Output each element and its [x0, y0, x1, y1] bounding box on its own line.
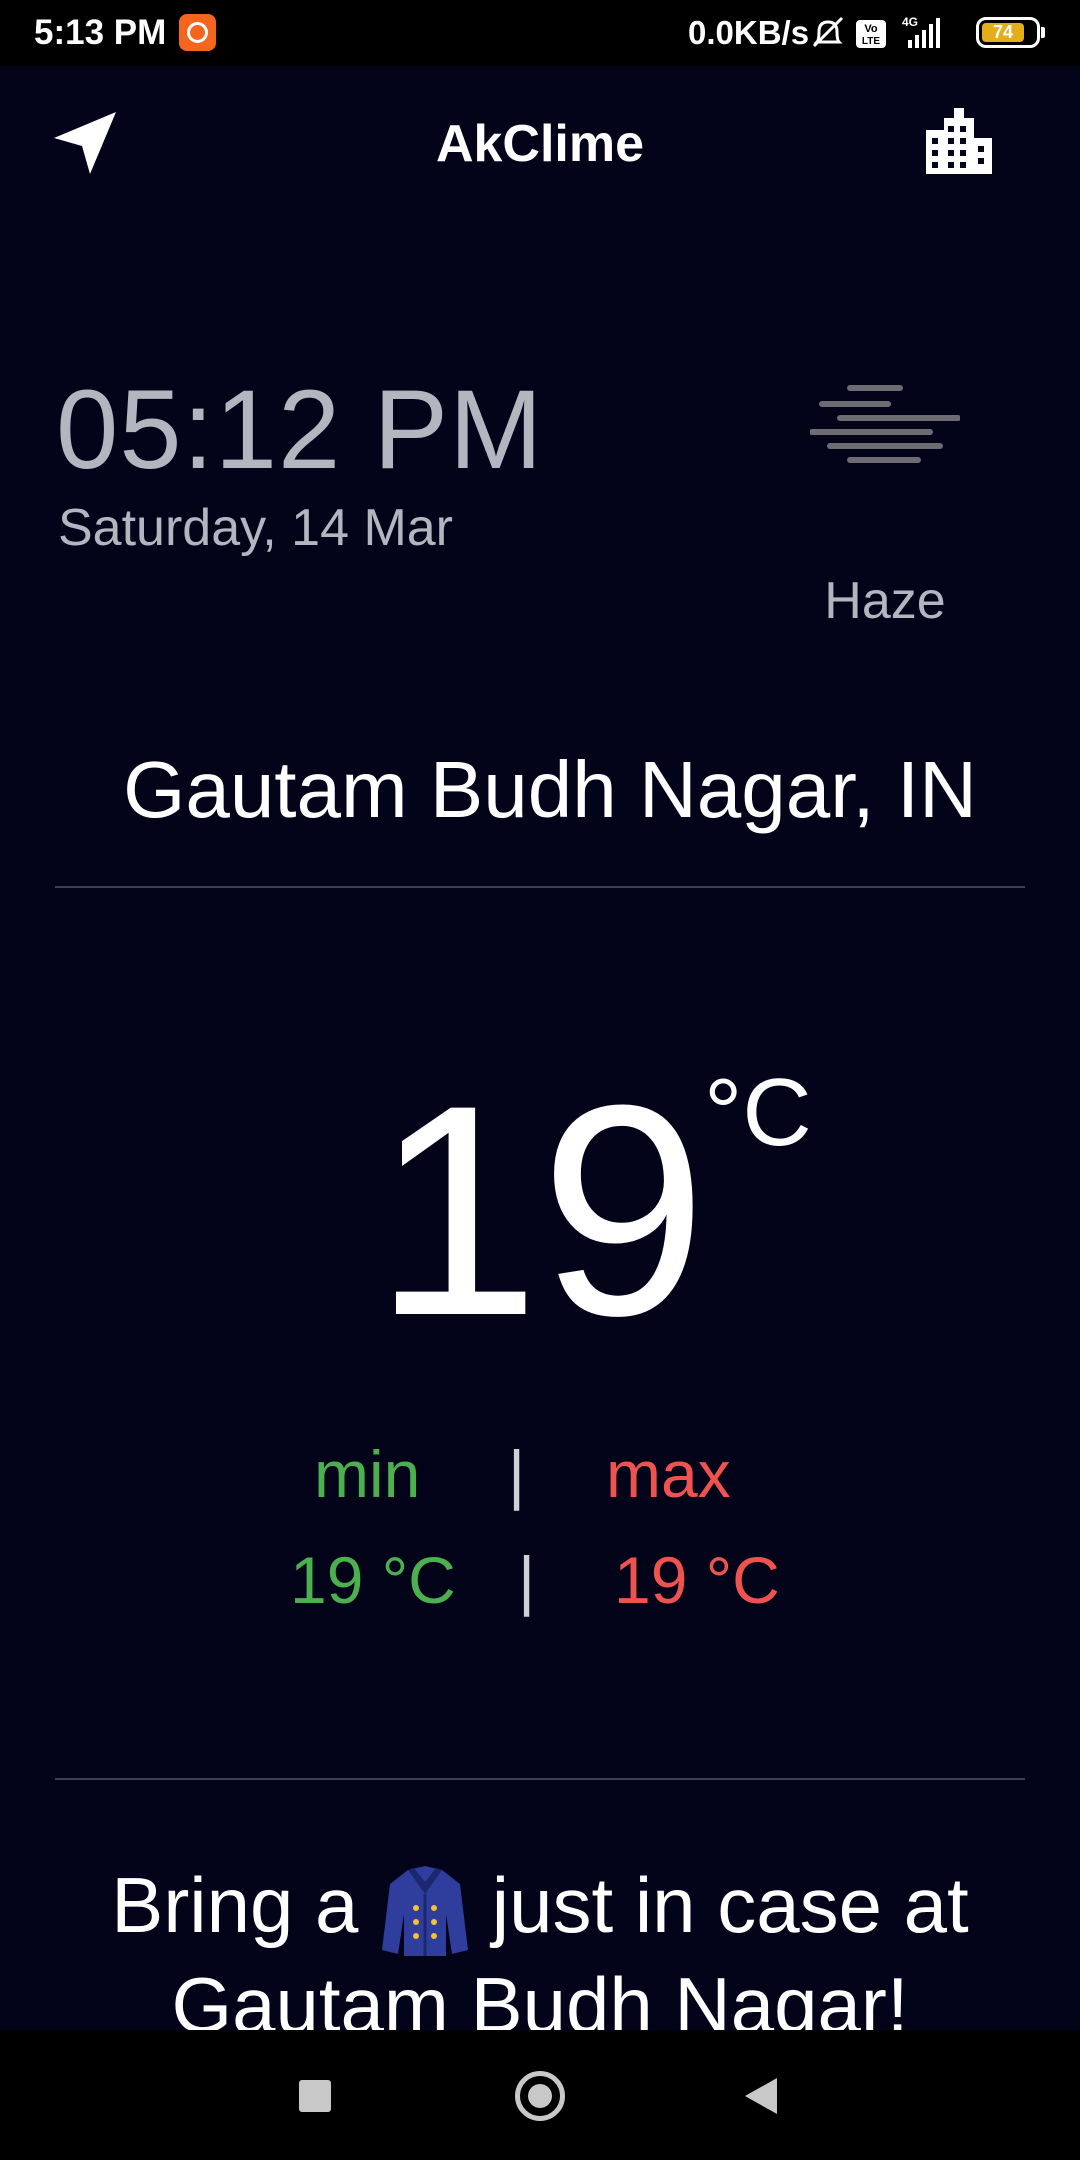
network-speed: 0.0KB/s: [688, 14, 810, 51]
svg-text:LTE: LTE: [862, 36, 880, 47]
svg-text:Vo: Vo: [864, 23, 878, 35]
current-date: Saturday, 14 Mar: [58, 499, 454, 557]
min-max-labels: min | max: [0, 1434, 1080, 1514]
separator: |: [518, 1543, 536, 1617]
max-value: 19 °C: [614, 1543, 780, 1617]
system-nav-bar: [0, 2030, 1080, 2160]
clothing-suggestion: Bring a just in case at Gautam Budh Naga…: [0, 1858, 1080, 2052]
weather-screen: 5:13 PM 0.0KB/s Vo LTE 4G 74 AkClime 05:…: [0, 0, 1080, 2160]
temperature-unit: °C: [704, 1059, 812, 1166]
temperature-value: 19: [373, 1042, 707, 1378]
app-title: AkClime: [435, 115, 645, 173]
divider-top: [55, 886, 1025, 888]
min-value: 19 °C: [290, 1543, 456, 1617]
max-label: max: [606, 1437, 731, 1511]
mi-app-icon: [179, 14, 216, 51]
min-max-values: 19 °C | 19 °C: [0, 1540, 1080, 1620]
volte-icon: Vo LTE: [856, 20, 886, 48]
condition-label: Haze: [824, 572, 946, 630]
mute-bell-icon: [812, 16, 844, 48]
status-icons: Vo LTE 4G: [812, 15, 940, 48]
recents-button[interactable]: [299, 2080, 331, 2112]
suggestion-line-1: Bring a just in case at: [0, 1858, 1080, 1958]
divider-bottom: [55, 1778, 1025, 1780]
separator: |: [508, 1437, 526, 1511]
current-time: 05:12 PM: [56, 367, 544, 492]
haze-icon: [810, 385, 960, 463]
battery-icon: 74: [976, 17, 1045, 48]
location-name: Gautam Budh Nagar, IN: [123, 745, 977, 834]
status-time: 5:13 PM: [34, 13, 167, 52]
battery-level: 74: [982, 23, 1024, 42]
coat-emoji-icon: [382, 1866, 469, 1957]
signal-icon: 4G: [902, 15, 940, 48]
city-buildings-icon[interactable]: [924, 106, 994, 176]
min-label: min: [314, 1437, 421, 1511]
svg-text:4G: 4G: [902, 15, 918, 29]
home-button[interactable]: [515, 2071, 565, 2121]
back-button[interactable]: [743, 2076, 779, 2116]
status-bar: 5:13 PM 0.0KB/s Vo LTE 4G 74: [0, 0, 1080, 66]
